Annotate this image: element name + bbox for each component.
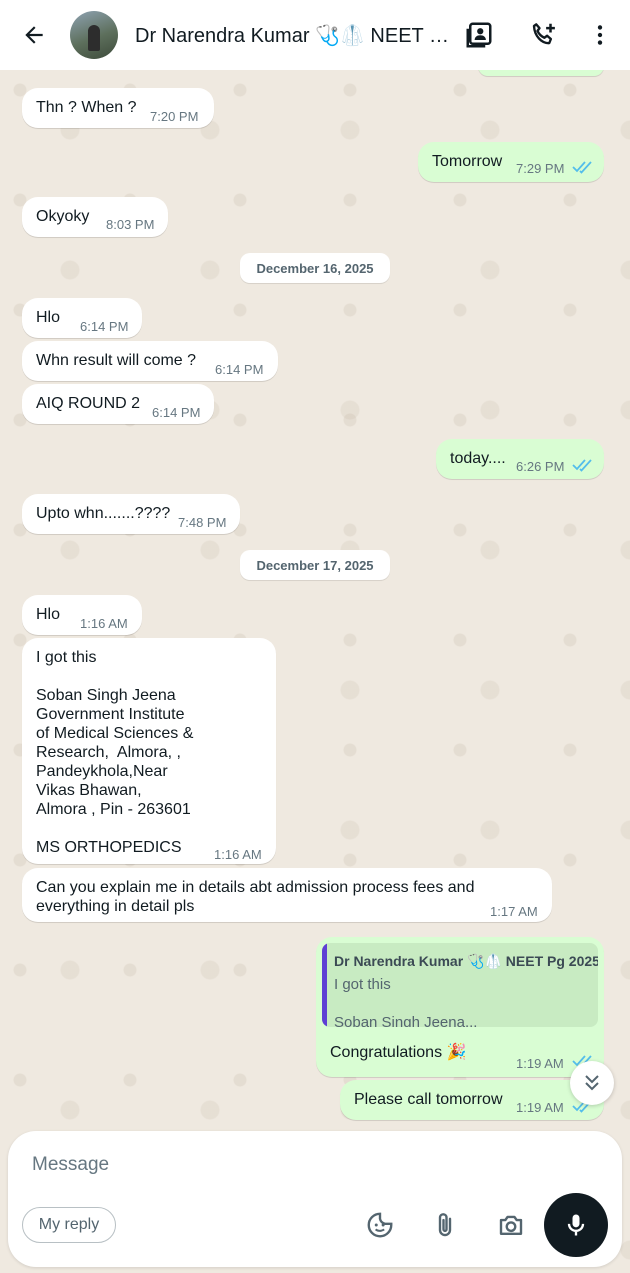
message-incoming[interactable]: Hlo 1:16 AM <box>22 595 142 635</box>
message-time: 6:14 PM <box>215 362 264 377</box>
message-list[interactable]: Thn ? When ? 7:20 PM Tomorrow 7:29 PM Ok… <box>0 70 630 1130</box>
message-time: 1:19 AM <box>516 1100 564 1115</box>
message-time: 8:03 PM <box>106 217 155 232</box>
message-outgoing-reply[interactable]: Dr Narendra Kumar 🩺🥼 NEET Pg 2025 I got … <box>316 937 604 1077</box>
message-time: 1:16 AM <box>80 616 128 631</box>
date-divider: December 17, 2025 <box>240 550 390 580</box>
message-incoming[interactable]: Thn ? When ? 7:20 PM <box>22 88 214 128</box>
message-time: 1:17 AM <box>490 904 538 919</box>
sticker-icon[interactable] <box>364 1209 396 1241</box>
message-text: Please call tomorrow <box>354 1091 503 1108</box>
message-incoming[interactable]: Hlo 6:14 PM <box>22 298 142 338</box>
message-text: Whn result will come ? <box>36 352 197 369</box>
back-arrow-icon[interactable] <box>16 17 52 53</box>
read-ticks-icon <box>572 459 592 472</box>
add-call-icon[interactable] <box>525 17 561 53</box>
message-time: 6:14 PM <box>152 405 201 420</box>
chat-header: Dr Narendra Kumar 🩺🥼 NEET Pg... <box>0 0 630 70</box>
message-text: Congratulations 🎉 <box>330 1044 467 1061</box>
scroll-to-bottom-button[interactable] <box>570 1061 614 1105</box>
message-text: Thn ? When ? <box>36 99 137 116</box>
mic-button[interactable] <box>544 1193 608 1257</box>
message-time: 6:14 PM <box>80 319 129 334</box>
quote-accent-bar <box>322 943 327 1027</box>
message-time: 1:16 AM <box>214 847 262 862</box>
mic-icon <box>567 1214 585 1236</box>
message-time: 7:29 PM <box>516 161 565 176</box>
message-time: 7:20 PM <box>150 109 199 124</box>
message-outgoing[interactable]: Tomorrow 7:29 PM <box>418 142 604 182</box>
contact-name[interactable]: Dr Narendra Kumar 🩺🥼 NEET Pg... <box>135 23 451 48</box>
message-text: Tomorrow <box>432 153 503 170</box>
quote-line: I got this <box>334 976 391 993</box>
message-outgoing[interactable]: Please call tomorrow 1:19 AM <box>340 1080 604 1120</box>
message-composer: Message My reply <box>8 1131 622 1267</box>
message-text: Hlo <box>36 606 61 623</box>
message-text: AIQ ROUND 2 <box>36 395 141 412</box>
message-text: Can you explain me in details abt admiss… <box>36 879 475 915</box>
message-text: today.... <box>450 450 506 467</box>
chevron-double-down-icon <box>585 1075 599 1091</box>
message-incoming[interactable]: Okyoky 8:03 PM <box>22 197 168 237</box>
message-outgoing[interactable]: today.... 6:26 PM <box>436 439 604 479</box>
message-time: 7:48 PM <box>178 515 227 530</box>
attach-icon[interactable] <box>429 1209 461 1241</box>
message-time: 1:19 AM <box>516 1056 564 1071</box>
message-incoming[interactable]: Whn result will come ? 6:14 PM <box>22 341 278 381</box>
read-ticks-icon <box>572 161 592 174</box>
message-text: Okyoky <box>36 208 90 225</box>
message-incoming[interactable]: I got this Soban Singh Jeena Government … <box>22 638 276 864</box>
quote-line: Soban Singh Jeena... <box>334 1014 478 1027</box>
message-input[interactable]: Message <box>32 1154 109 1176</box>
avatar[interactable] <box>70 11 118 59</box>
date-divider: December 16, 2025 <box>240 253 390 283</box>
more-vertical-icon[interactable] <box>582 17 618 53</box>
contact-card-icon[interactable] <box>461 17 497 53</box>
quote-author: Dr Narendra Kumar 🩺🥼 NEET Pg 2025 <box>334 953 598 969</box>
message-bubble-partial <box>478 70 604 76</box>
camera-icon[interactable] <box>495 1209 527 1241</box>
message-text: Hlo <box>36 309 61 326</box>
message-text: I got this Soban Singh Jeena Government … <box>36 649 194 856</box>
message-incoming[interactable]: Can you explain me in details abt admiss… <box>22 868 552 922</box>
my-reply-chip[interactable]: My reply <box>22 1207 116 1243</box>
quoted-message[interactable]: Dr Narendra Kumar 🩺🥼 NEET Pg 2025 I got … <box>322 943 598 1027</box>
message-time: 6:26 PM <box>516 459 565 474</box>
message-text: Upto whn.......???? <box>36 505 171 522</box>
message-incoming[interactable]: AIQ ROUND 2 6:14 PM <box>22 384 214 424</box>
message-incoming[interactable]: Upto whn.......???? 7:48 PM <box>22 494 240 534</box>
